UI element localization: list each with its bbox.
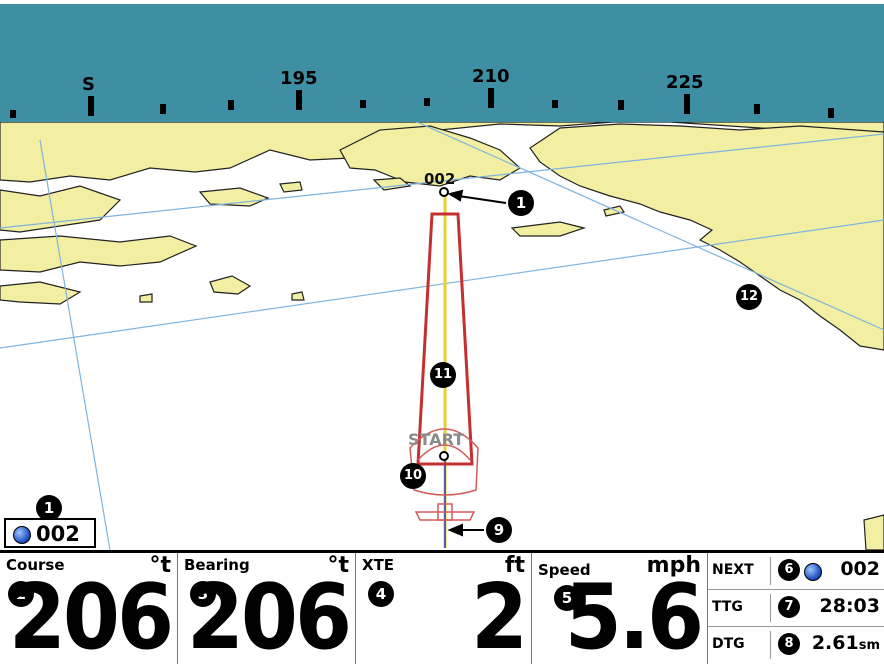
current-waypoint-number: 002	[36, 522, 80, 546]
xte-title: XTE	[362, 556, 395, 574]
compass-label-225: 225	[666, 72, 704, 93]
callout-1-waypoint: 1	[508, 190, 534, 216]
callout-8-dtg: 8	[778, 633, 800, 655]
dtg-separator	[770, 631, 771, 659]
navigation-data-panel: Course °t 2 206 Bearing °t 3 206 XTE ft …	[0, 550, 884, 664]
next-value: 002	[840, 558, 880, 580]
ttg-separator	[770, 594, 771, 622]
dtg-number: 2.61	[811, 632, 859, 654]
ttg-value: 28:03	[819, 595, 880, 617]
waypoint-label: 002	[424, 170, 456, 188]
compass-band	[0, 0, 884, 122]
callout-11-route: 11	[430, 362, 456, 388]
callout-9-arrow: 9	[486, 517, 512, 543]
dtg-value: 2.61sm	[812, 632, 880, 654]
xte-value: 2	[470, 565, 528, 664]
bearing-value: 206	[186, 565, 352, 664]
ttg-row: TTG 7 28:03	[708, 590, 884, 627]
bearing-cell: Bearing °t 3 206	[178, 553, 356, 664]
callout-10-boat: 10	[400, 463, 426, 489]
course-cell: Course °t 2 206	[0, 553, 178, 664]
3d-chart-view: S 195 210 225 002 START 1 11 10 9 12 1 0…	[0, 0, 884, 664]
callout-6-next: 6	[778, 559, 800, 581]
compass-label-s: S	[82, 74, 95, 95]
dtg-unit: sm	[858, 638, 880, 653]
callout-12-land: 12	[736, 284, 762, 310]
speed-value: 5.6	[564, 565, 704, 664]
next-separator	[770, 557, 771, 585]
ttg-label: TTG	[712, 599, 743, 615]
next-label: NEXT	[712, 562, 754, 578]
compass-label-195: 195	[280, 68, 318, 89]
waypoint-marker-icon	[439, 187, 449, 197]
current-waypoint-box: 002	[4, 518, 96, 548]
callout-7-ttg: 7	[778, 596, 800, 618]
speed-cell: Speed mph 5 5.6	[532, 553, 708, 664]
callout-4-xte: 4	[368, 581, 394, 607]
start-marker-icon	[439, 451, 449, 461]
compass-label-210: 210	[472, 66, 510, 87]
waypoint-dot-icon	[13, 526, 31, 544]
waypoint-info-column: NEXT 6 002 TTG 7 28:03 DTG 8 2.61sm	[708, 553, 884, 664]
course-value: 206	[8, 565, 174, 664]
dtg-label: DTG	[712, 636, 745, 652]
xte-cell: XTE ft 4 2	[356, 553, 532, 664]
next-waypoint-dot-icon	[804, 563, 822, 581]
dtg-row: DTG 8 2.61sm	[708, 627, 884, 664]
start-label: START	[408, 430, 465, 449]
next-row: NEXT 6 002	[708, 553, 884, 590]
